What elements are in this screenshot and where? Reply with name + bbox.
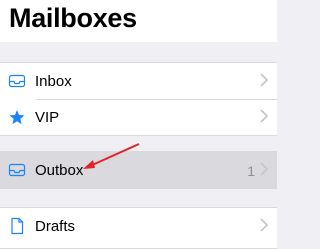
mailbox-row-inbox[interactable]: Inbox	[0, 63, 277, 99]
star-icon	[9, 110, 25, 125]
mailbox-label: VIP	[35, 109, 60, 126]
mailbox-row-vip[interactable]: VIP	[0, 99, 277, 135]
mailbox-label: Drafts	[35, 218, 76, 235]
nav-header: Mailboxes	[0, 0, 277, 42]
mailbox-label: Inbox	[35, 73, 72, 90]
chevron-right-icon	[260, 109, 268, 123]
mailbox-row-outbox[interactable]: Outbox 1	[0, 152, 277, 188]
mailbox-row-drafts[interactable]: Drafts	[0, 208, 277, 244]
chevron-right-icon	[260, 73, 268, 87]
inbox-tray-icon	[8, 74, 26, 88]
mailbox-group-secondary: Drafts	[0, 207, 277, 249]
document-icon	[11, 217, 24, 235]
page-title: Mailboxes	[9, 3, 137, 33]
mailbox-group-outbox: Outbox 1	[0, 151, 277, 189]
unread-count-badge: 1	[247, 163, 255, 179]
mailbox-label: Outbox	[35, 162, 84, 179]
mailbox-group-primary: Inbox VIP	[0, 62, 277, 136]
inbox-tray-icon	[8, 163, 26, 177]
chevron-right-icon	[260, 162, 268, 176]
chevron-right-icon	[260, 218, 268, 232]
